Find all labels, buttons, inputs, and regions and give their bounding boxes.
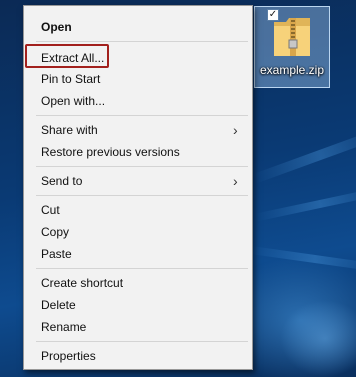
menu-item-restore-previous-versions[interactable]: Restore previous versions	[41, 143, 180, 161]
selection-checkbox[interactable]: ✓	[267, 9, 279, 21]
menu-separator	[36, 166, 248, 167]
menu-separator	[36, 115, 248, 116]
menu-separator	[36, 268, 248, 269]
chevron-right-icon: ›	[233, 173, 238, 189]
menu-item-copy[interactable]: Copy	[41, 223, 69, 241]
menu-separator	[36, 195, 248, 196]
menu-item-open-with[interactable]: Open with...	[41, 92, 105, 110]
menu-item-rename[interactable]: Rename	[41, 318, 86, 336]
wallpaper-light-beam	[252, 126, 356, 184]
chevron-right-icon: ›	[233, 122, 238, 138]
menu-separator	[36, 41, 248, 42]
extract-all-highlight-box	[25, 44, 109, 68]
file-name-label: example.zip	[259, 63, 325, 77]
wallpaper-light-beam	[255, 186, 356, 222]
menu-item-share-with[interactable]: Share with	[41, 121, 98, 139]
menu-item-open[interactable]: Open	[41, 18, 72, 36]
menu-item-delete[interactable]: Delete	[41, 296, 76, 314]
menu-separator	[36, 341, 248, 342]
desktop-file-example-zip[interactable]: ✓ example.zip	[254, 6, 330, 88]
menu-item-pin-to-start[interactable]: Pin to Start	[41, 70, 100, 88]
wallpaper-glow	[280, 300, 356, 377]
wallpaper-light-beam	[250, 245, 356, 273]
menu-item-create-shortcut[interactable]: Create shortcut	[41, 274, 123, 292]
menu-item-send-to[interactable]: Send to	[41, 172, 82, 190]
menu-item-paste[interactable]: Paste	[41, 245, 72, 263]
menu-item-properties[interactable]: Properties	[41, 347, 96, 365]
menu-item-cut[interactable]: Cut	[41, 201, 60, 219]
